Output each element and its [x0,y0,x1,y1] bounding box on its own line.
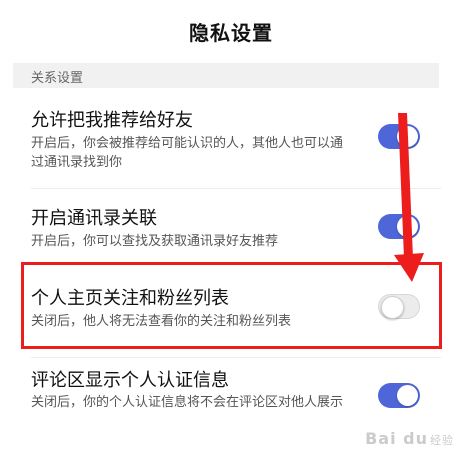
baidu-watermark: Bai du 经验 [365,429,454,448]
watermark-brand: Bai du [365,429,428,448]
annotation-arrow-icon [394,113,424,282]
privacy-settings-page: 隐私设置 关系设置 允许把我推荐给好友 开启后，你会被推荐给可能认识的人，其他人… [0,0,462,456]
watermark-sub: 经验 [430,434,454,447]
